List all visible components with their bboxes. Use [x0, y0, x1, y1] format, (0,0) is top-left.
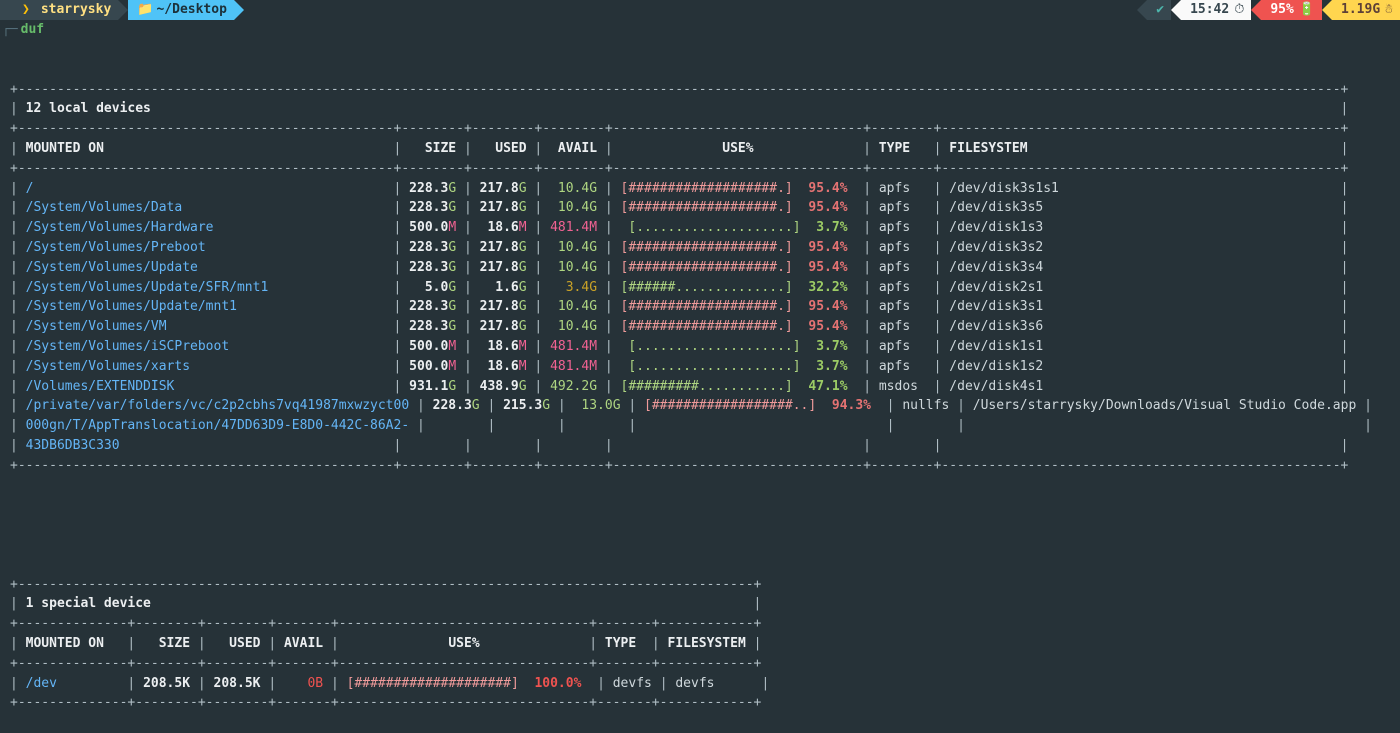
prompt-corner-glyph: ┌─ [2, 22, 18, 38]
battery-percent: 95% [1270, 2, 1294, 18]
table-row: +--------------+--------+--------+------… [10, 616, 762, 632]
table-row: +---------------------------------------… [10, 81, 1349, 97]
status-chevron-icon [1137, 0, 1148, 20]
table-row: +---------------------------------------… [10, 576, 762, 592]
clock-icon: ⏱ [1234, 2, 1245, 18]
status-chevron-time-icon [1171, 0, 1182, 20]
status-chevron-memory-icon [1322, 0, 1333, 20]
table-row: | MOUNTED ON | SIZE | USED | AVAIL | USE… [10, 635, 762, 651]
prompt-directory-segment: 📁 ~/Desktop [128, 0, 234, 20]
table-row: | /Volumes/EXTENDDISK | 931.1G | 438.9G … [10, 378, 1349, 394]
battery-icon: 🔋 [1298, 2, 1316, 18]
memory-icon: ☃ [1385, 2, 1393, 18]
table-row: | /System/Volumes/VM | 228.3G | 217.8G |… [10, 319, 1349, 335]
table-row: | 12 local devices | [10, 101, 1349, 117]
table-row: | 000gn/T/AppTranslocation/47DD63D9-E8D0… [10, 418, 1372, 434]
terminal-output: +---------------------------------------… [0, 40, 1400, 733]
table-row: | 1 special device | [10, 596, 762, 612]
table-row: | /System/Volumes/Hardware | 500.0M | 18… [10, 220, 1349, 236]
table-row: | /dev | 208.5K | 208.5K | 0B | [#######… [10, 675, 770, 691]
clock-segment: 15:42 ⏱ [1181, 0, 1252, 20]
shell-prompt-bar: ❯ starrysky 📁 ~/Desktop ✔ 15:42 ⏱ 95% 🔋 1.1… [0, 0, 1400, 20]
battery-segment: 95% 🔋 [1261, 0, 1323, 20]
table-row: | 43DB6DB3C330 | | | | | | | [10, 437, 1349, 453]
prompt-os-icon-segment [0, 0, 20, 20]
typed-command: duf [20, 22, 45, 38]
table-row: | /System/Volumes/xarts | 500.0M | 18.6M… [10, 358, 1349, 374]
table-row: | /System/Volumes/Update | 228.3G | 217.… [10, 259, 1349, 275]
checkmark-icon: ✔ [1156, 2, 1165, 18]
memory-value: 1.19G [1341, 2, 1381, 18]
table-row: | /private/var/folders/vc/c2p2cbhs7vq419… [10, 398, 1372, 414]
table-row: | MOUNTED ON | SIZE | USED | AVAIL | USE… [10, 140, 1349, 156]
table-row: | / | 228.3G | 217.8G | 10.4G | [#######… [10, 180, 1349, 196]
prompt-chevron-icon [118, 0, 129, 20]
table-row: | /System/Volumes/Update/mnt1 | 228.3G |… [10, 299, 1349, 315]
special-devices-table: +---------------------------------------… [10, 575, 1400, 714]
table-row: +---------------------------------------… [10, 160, 1349, 176]
table-row: +---------------------------------------… [10, 457, 1349, 473]
memory-segment: 1.19G ☃ [1332, 0, 1400, 20]
clock-time: 15:42 [1190, 2, 1230, 18]
prompt-chevron-end-icon [233, 0, 244, 20]
table-row: | /System/Volumes/Update/SFR/mnt1 | 5.0G… [10, 279, 1349, 295]
prompt-separator-icon: ❯ [20, 0, 32, 20]
prompt-directory: ~/Desktop [156, 2, 227, 18]
table-row: +--------------+--------+--------+------… [10, 695, 762, 711]
table-row: +---------------------------------------… [10, 121, 1349, 137]
table-row: | /System/Volumes/iSCPreboot | 500.0M | … [10, 338, 1349, 354]
prompt-user-segment: starrysky [31, 0, 119, 20]
table-row: | /System/Volumes/Preboot | 228.3G | 217… [10, 239, 1349, 255]
command-line[interactable]: ┌─ duf [0, 20, 1400, 40]
prompt-status-bar: ✔ 15:42 ⏱ 95% 🔋 1.19G ☃ [1137, 0, 1400, 20]
table-row: | /System/Volumes/Data | 228.3G | 217.8G… [10, 200, 1349, 216]
local-devices-table: +---------------------------------------… [10, 80, 1400, 476]
table-row: +--------------+--------+--------+------… [10, 655, 762, 671]
prompt-username: starrysky [40, 2, 112, 18]
status-chevron-battery-icon [1251, 0, 1262, 20]
exit-status-segment: ✔ [1147, 0, 1172, 20]
folder-icon: 📁 [137, 2, 154, 18]
